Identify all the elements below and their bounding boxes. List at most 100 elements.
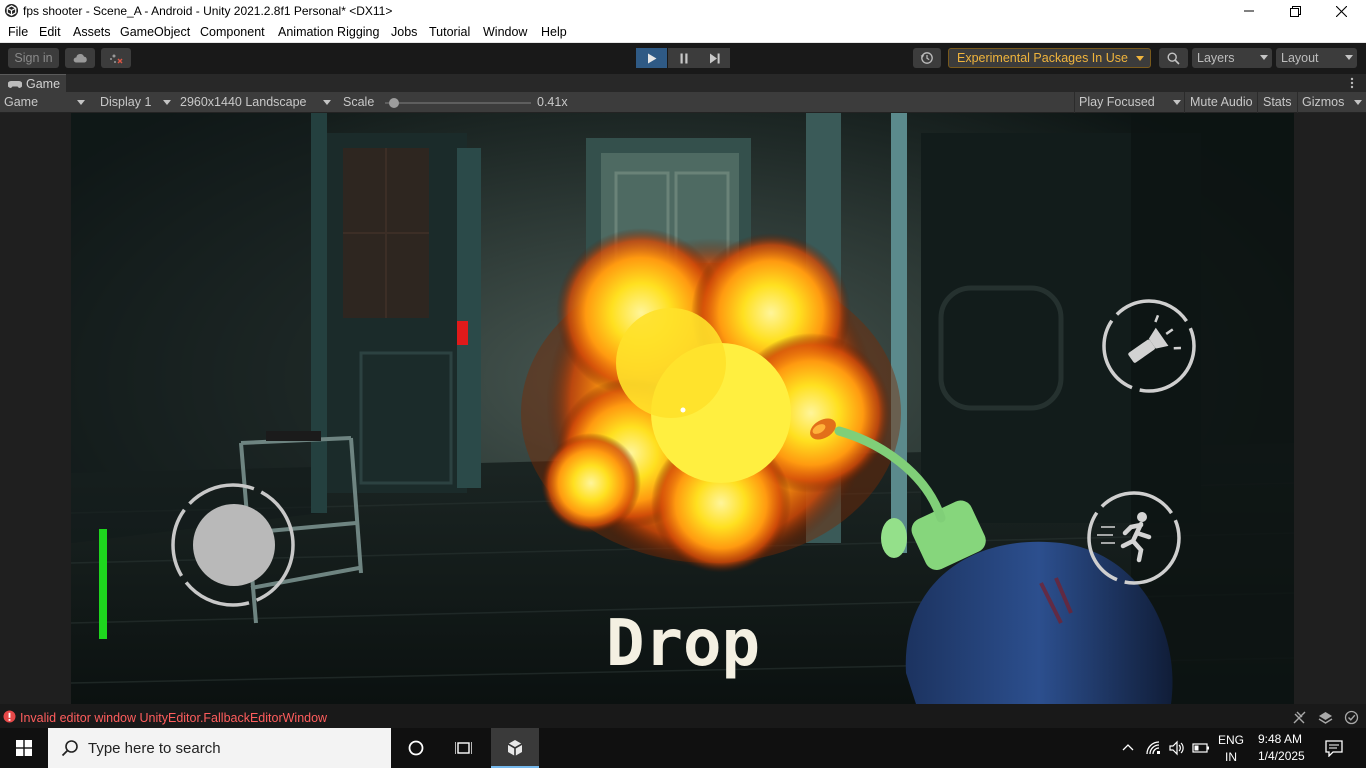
gizmos-dropdown[interactable]: Gizmos <box>1297 92 1366 113</box>
cortana-button[interactable] <box>394 728 438 768</box>
resolution-label: 2960x1440 Landscape <box>180 95 307 109</box>
menu-gameobject[interactable]: GameObject <box>120 25 190 39</box>
display-dropdown[interactable]: Display 1 <box>94 92 174 113</box>
menu-file[interactable]: File <box>8 25 28 39</box>
minimize-button[interactable] <box>1226 0 1272 22</box>
window-title: fps shooter - Scene_A - Android - Unity … <box>23 4 393 18</box>
volume-icon[interactable] <box>1168 740 1186 756</box>
menu-jobs[interactable]: Jobs <box>391 25 417 39</box>
play-button[interactable] <box>636 48 667 68</box>
search-button[interactable] <box>1159 48 1188 68</box>
debug-icon[interactable] <box>1292 710 1307 725</box>
gizmos-label: Gizmos <box>1302 95 1345 109</box>
battery-icon[interactable] <box>1192 741 1210 755</box>
menu-window[interactable]: Window <box>483 25 527 39</box>
play-icon <box>647 53 656 63</box>
menu-edit[interactable]: Edit <box>39 25 61 39</box>
play-focused-label: Play Focused <box>1079 95 1155 109</box>
menu-tutorial[interactable]: Tutorial <box>429 25 470 39</box>
collab-button[interactable] <box>101 48 131 68</box>
notifications-icon[interactable] <box>1325 740 1343 757</box>
experimental-packages-label: Experimental Packages In Use <box>957 51 1128 65</box>
mute-audio-label: Mute Audio <box>1190 95 1253 109</box>
menu-component[interactable]: Component <box>200 25 265 39</box>
scale-slider-thumb[interactable] <box>389 98 399 108</box>
layers-dropdown[interactable]: Layers <box>1192 48 1272 68</box>
panel-tab-row: Game <box>0 74 1366 92</box>
chevron-up-icon[interactable] <box>1122 743 1134 751</box>
menu-animation-rigging[interactable]: Animation Rigging <box>278 25 379 39</box>
health-bar <box>99 529 107 639</box>
progress-icon[interactable] <box>1318 710 1333 725</box>
status-bar: Invalid editor window UnityEditor.Fallba… <box>0 706 1366 728</box>
taskbar-unity-app[interactable] <box>491 728 539 768</box>
mute-audio-toggle[interactable]: Mute Audio <box>1184 92 1257 113</box>
game-scene: Drop <box>71 113 1294 704</box>
input-language-indicator[interactable]: ENG IN <box>1216 732 1246 764</box>
layout-label: Layout <box>1281 51 1319 65</box>
search-icon <box>1167 51 1180 65</box>
menu-help[interactable]: Help <box>541 25 567 39</box>
taskbar-search-box[interactable]: Type here to search <box>48 728 391 768</box>
layers-label: Layers <box>1197 51 1235 65</box>
clock[interactable]: 9:48 AM 1/4/2025 <box>1254 731 1310 765</box>
game-view[interactable]: Drop <box>71 113 1294 704</box>
sign-in-button[interactable]: Sign in <box>8 48 59 68</box>
gamepad-icon <box>8 81 22 88</box>
chevron-down-icon <box>1136 56 1144 61</box>
menu-assets[interactable]: Assets <box>73 25 111 39</box>
start-button[interactable] <box>0 728 48 768</box>
cortana-icon <box>408 740 424 756</box>
unity-app-icon <box>4 3 19 18</box>
status-message[interactable]: Invalid editor window UnityEditor.Fallba… <box>20 711 327 725</box>
step-icon <box>709 53 720 63</box>
view-mode-label: Game <box>4 95 39 109</box>
drop-action-text[interactable]: Drop <box>606 607 760 681</box>
scale-slider-track <box>385 102 531 104</box>
layout-dropdown[interactable]: Layout <box>1276 48 1357 68</box>
chevron-down-icon <box>77 100 85 105</box>
restore-button[interactable] <box>1272 0 1318 22</box>
main-toolbar: Sign in Experimental Packages In Use Lay… <box>0 43 1366 74</box>
taskbar-search-placeholder: Type here to search <box>88 740 221 757</box>
windows-taskbar: Type here to search ENG IN 9:48 AM 1/4/2… <box>0 728 1366 768</box>
task-view-button[interactable] <box>441 728 485 768</box>
pause-button[interactable] <box>668 48 699 68</box>
unity-app-icon <box>507 740 523 756</box>
cloud-icon <box>73 54 87 63</box>
chevron-down-icon <box>1345 55 1353 60</box>
chevron-down-icon <box>163 100 171 105</box>
panel-menu-button[interactable] <box>1346 76 1358 90</box>
clock-date: 1/4/2025 <box>1258 749 1305 763</box>
resolution-dropdown[interactable]: 2960x1440 Landscape <box>174 92 336 113</box>
menu-bar: File Edit Assets GameObject Component An… <box>0 22 1366 43</box>
experimental-packages-dropdown[interactable]: Experimental Packages In Use <box>948 48 1151 68</box>
play-focused-dropdown[interactable]: Play Focused <box>1074 92 1184 113</box>
chevron-down-icon <box>1354 100 1362 105</box>
restore-icon <box>1289 5 1301 17</box>
chevron-down-icon <box>1173 100 1181 105</box>
history-button[interactable] <box>913 48 941 68</box>
clock-time: 9:48 AM <box>1258 732 1303 746</box>
tab-game-label: Game <box>26 77 61 91</box>
pause-icon <box>680 53 687 63</box>
scale-value: 0.41x <box>537 95 568 109</box>
close-button[interactable] <box>1318 0 1364 22</box>
playmode-controls <box>636 48 730 68</box>
check-circle-icon[interactable] <box>1344 710 1359 725</box>
error-icon <box>3 710 16 723</box>
stats-toggle[interactable]: Stats <box>1257 92 1297 113</box>
chevron-down-icon <box>323 100 331 105</box>
game-view-toolbar: Game Display 1 2960x1440 Landscape Scale… <box>0 92 1366 113</box>
more-vertical-icon <box>1350 77 1354 89</box>
scale-slider[interactable] <box>382 98 532 108</box>
chevron-down-icon <box>1260 55 1268 60</box>
view-mode-dropdown[interactable]: Game <box>0 92 90 113</box>
step-button[interactable] <box>699 48 730 68</box>
cloud-button[interactable] <box>65 48 95 68</box>
stats-label: Stats <box>1263 95 1292 109</box>
network-icon[interactable] <box>1145 740 1163 756</box>
tab-game[interactable]: Game <box>0 74 66 92</box>
window-titlebar: fps shooter - Scene_A - Android - Unity … <box>0 0 1366 22</box>
language-code: ENG <box>1218 733 1245 747</box>
